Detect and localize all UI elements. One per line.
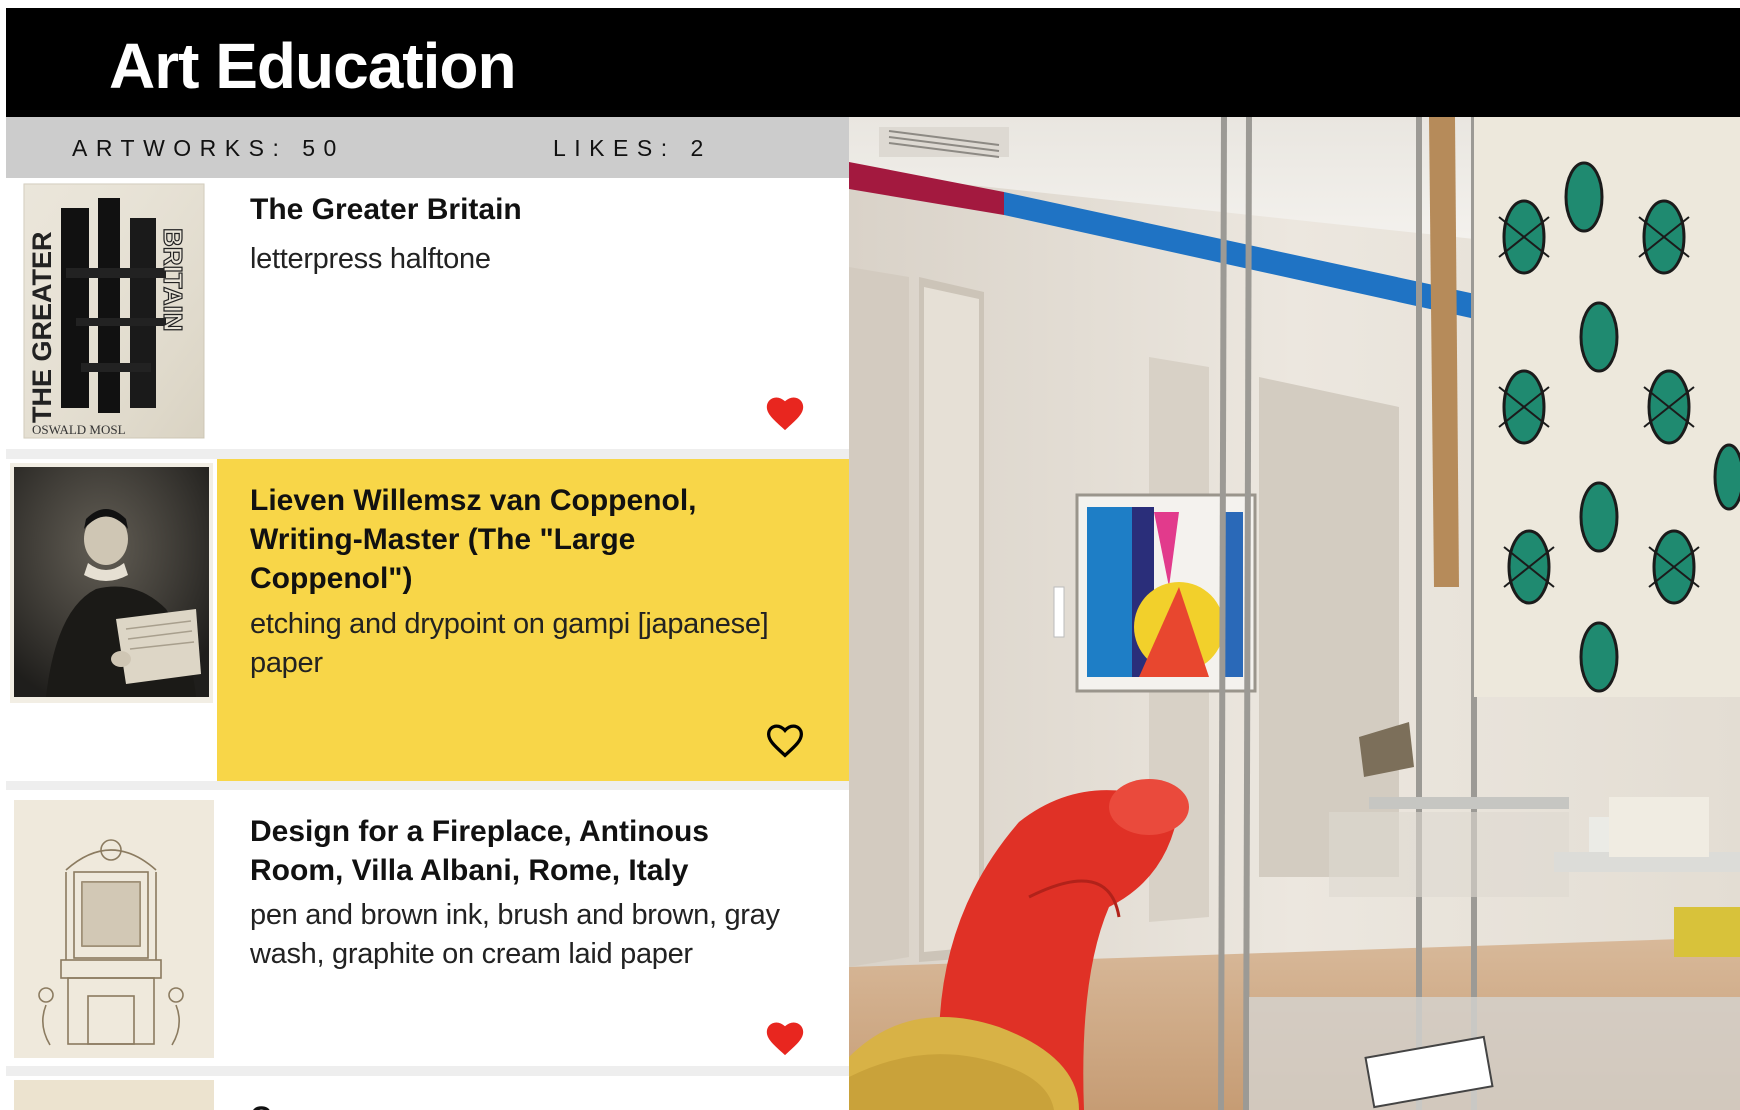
app-header: Art Education bbox=[6, 8, 1740, 117]
gallery-scene-image bbox=[849, 117, 1740, 1110]
artwork-thumbnail[interactable] bbox=[6, 790, 217, 1066]
artwork-card-body[interactable]: Design for a Fireplace, Antinous Room, V… bbox=[217, 790, 849, 1066]
stats-bar: ARTWORKS: 50 LIKES: 2 bbox=[6, 117, 849, 178]
artwork-card-body[interactable]: The Greater Britain letterpress halftone bbox=[217, 178, 849, 449]
artwork-medium: pen and brown ink, brush and brown, gray… bbox=[250, 899, 780, 970]
artwork-thumbnail[interactable]: THE GREATER BRITAIN OSWALD MOSL bbox=[6, 178, 217, 449]
book-cover-title-text: THE GREATER bbox=[27, 231, 57, 423]
etching-portrait-thumbnail bbox=[6, 459, 217, 781]
artwork-card-body[interactable]: Lieven Willemsz van Coppenol, Writing-Ma… bbox=[217, 459, 849, 781]
artwork-card[interactable]: THE GREATER BRITAIN OSWALD MOSL The Grea… bbox=[6, 178, 849, 449]
book-cover-subtitle-text: BRITAIN bbox=[158, 228, 188, 332]
artwork-card[interactable]: Design for a Fireplace, Antinous Room, V… bbox=[6, 790, 849, 1066]
drawing-thumbnail bbox=[6, 1076, 217, 1110]
like-heart-outline-icon[interactable] bbox=[763, 719, 807, 759]
artwork-card-body[interactable]: Co... bbox=[217, 1076, 849, 1110]
artwork-title: Design for a Fireplace, Antinous Room, V… bbox=[250, 815, 709, 887]
artwork-thumbnail[interactable] bbox=[6, 459, 217, 781]
artworks-count: ARTWORKS: 50 bbox=[72, 135, 345, 161]
artwork-medium: letterpress halftone bbox=[250, 243, 491, 275]
book-cover-thumbnail: THE GREATER BRITAIN OSWALD MOSL bbox=[6, 178, 217, 449]
book-cover-author-text: OSWALD MOSL bbox=[32, 422, 126, 437]
page-title: Art Education bbox=[109, 30, 517, 102]
artwork-title: Lieven Willemsz van Coppenol, Writing-Ma… bbox=[250, 484, 697, 595]
like-heart-icon[interactable] bbox=[763, 392, 807, 432]
artwork-list[interactable]: THE GREATER BRITAIN OSWALD MOSL The Grea… bbox=[6, 178, 849, 1110]
artwork-title: Co... bbox=[250, 1098, 790, 1110]
artwork-card[interactable]: Lieven Willemsz van Coppenol, Writing-Ma… bbox=[6, 459, 849, 781]
artwork-medium: etching and drypoint on gampi [japanese]… bbox=[250, 608, 769, 679]
fireplace-drawing-thumbnail bbox=[6, 790, 217, 1066]
like-heart-icon[interactable] bbox=[763, 1017, 807, 1057]
app-root: Art Education ARTWORKS: 50 LIKES: 2 THE … bbox=[0, 0, 1740, 1110]
likes-count: LIKES: 2 bbox=[553, 135, 712, 161]
museum-gallery-photo bbox=[849, 117, 1740, 1110]
artwork-card[interactable]: Co... bbox=[6, 1076, 849, 1110]
artwork-thumbnail[interactable] bbox=[6, 1076, 217, 1110]
artwork-title: The Greater Britain bbox=[250, 193, 522, 226]
